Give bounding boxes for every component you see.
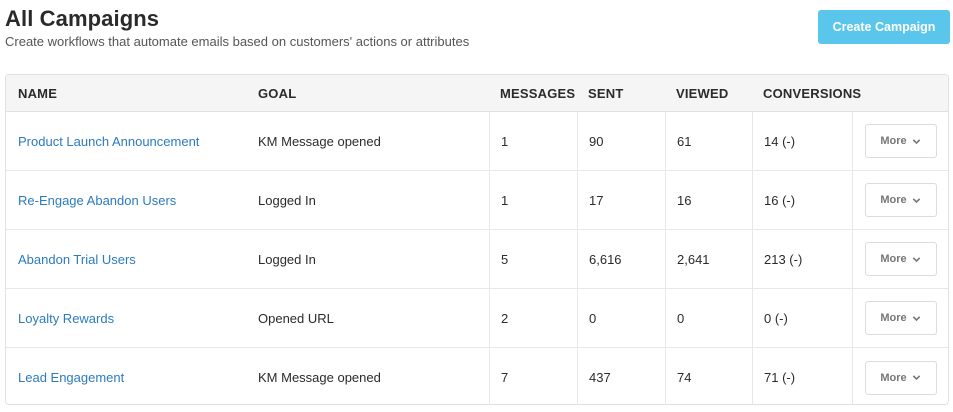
more-button[interactable]: More <box>864 360 937 395</box>
table-row: Loyalty Rewards Opened URL 2 0 0 0 (-) M… <box>6 289 948 348</box>
column-header-name: NAME <box>18 85 58 101</box>
campaign-name-link[interactable]: Lead Engagement <box>18 370 124 385</box>
more-button-label: More <box>880 371 907 384</box>
column-header-sent: SENT <box>588 85 624 101</box>
chevron-down-icon <box>912 197 920 203</box>
campaign-sent: 0 <box>577 289 665 347</box>
campaign-goal: Logged In <box>258 192 316 208</box>
campaign-name-link[interactable]: Product Launch Announcement <box>18 134 199 149</box>
campaign-name-link[interactable]: Loyalty Rewards <box>18 311 114 326</box>
more-button-label: More <box>880 253 907 265</box>
page-title: All Campaigns <box>5 6 160 31</box>
campaign-conversions: 0 (-) <box>752 289 852 347</box>
table-row: Re-Engage Abandon Users Logged In 1 17 1… <box>6 171 948 230</box>
more-button-label: More <box>880 312 907 324</box>
table-row: Lead Engagement KM Message opened 7 437 … <box>6 348 948 404</box>
campaign-goal: KM Message opened <box>258 133 381 149</box>
column-header-messages: MESSAGES <box>500 85 576 101</box>
campaign-messages: 5 <box>489 230 577 288</box>
more-button[interactable]: More <box>864 242 937 276</box>
table-header: NAME GOAL MESSAGES SENT VIEWED CONVERSIO… <box>6 75 948 112</box>
create-campaign-button[interactable]: Create Campaign <box>818 10 950 44</box>
campaign-viewed: 2,641 <box>665 230 752 288</box>
campaign-viewed: 0 <box>665 289 752 347</box>
chevron-down-icon <box>912 256 920 262</box>
more-button[interactable]: More <box>864 183 937 217</box>
campaign-sent: 17 <box>577 171 665 229</box>
campaign-messages: 1 <box>489 171 577 229</box>
column-header-goal: GOAL <box>258 85 297 101</box>
campaign-goal: Logged In <box>258 251 316 267</box>
campaign-conversions: 16 (-) <box>752 171 852 229</box>
more-button[interactable]: More <box>864 301 937 335</box>
campaign-viewed: 74 <box>665 348 752 404</box>
campaign-sent: 90 <box>577 112 665 170</box>
campaign-name-link[interactable]: Abandon Trial Users <box>18 252 136 267</box>
campaign-messages: 1 <box>489 112 577 170</box>
table-row: Abandon Trial Users Logged In 5 6,616 2,… <box>6 230 948 289</box>
more-button-label: More <box>880 194 907 206</box>
column-header-conversions: CONVERSIONS <box>763 85 862 101</box>
campaign-goal: Opened URL <box>258 310 334 326</box>
campaign-viewed: 16 <box>665 171 752 229</box>
campaign-name-link[interactable]: Re-Engage Abandon Users <box>18 193 176 208</box>
table-row: Product Launch Announcement KM Message o… <box>6 112 948 171</box>
campaign-conversions: 71 (-) <box>752 348 852 404</box>
campaign-conversions: 14 (-) <box>752 112 852 170</box>
campaign-goal: KM Message opened <box>258 370 381 385</box>
campaign-viewed: 61 <box>665 112 752 170</box>
chevron-down-icon <box>912 315 920 321</box>
campaigns-table: NAME GOAL MESSAGES SENT VIEWED CONVERSIO… <box>5 74 949 405</box>
page-subtitle: Create workflows that automate emails ba… <box>5 34 470 49</box>
campaign-sent: 6,616 <box>577 230 665 288</box>
column-header-viewed: VIEWED <box>676 85 729 101</box>
campaigns-page: All Campaigns Create workflows that auto… <box>0 0 953 412</box>
chevron-down-icon <box>912 375 920 381</box>
more-button[interactable]: More <box>864 124 937 158</box>
more-button-label: More <box>880 135 907 147</box>
campaign-sent: 437 <box>577 348 665 404</box>
campaign-messages: 2 <box>489 289 577 347</box>
campaign-conversions: 213 (-) <box>752 230 852 288</box>
chevron-down-icon <box>912 138 920 144</box>
campaign-messages: 7 <box>489 348 577 404</box>
